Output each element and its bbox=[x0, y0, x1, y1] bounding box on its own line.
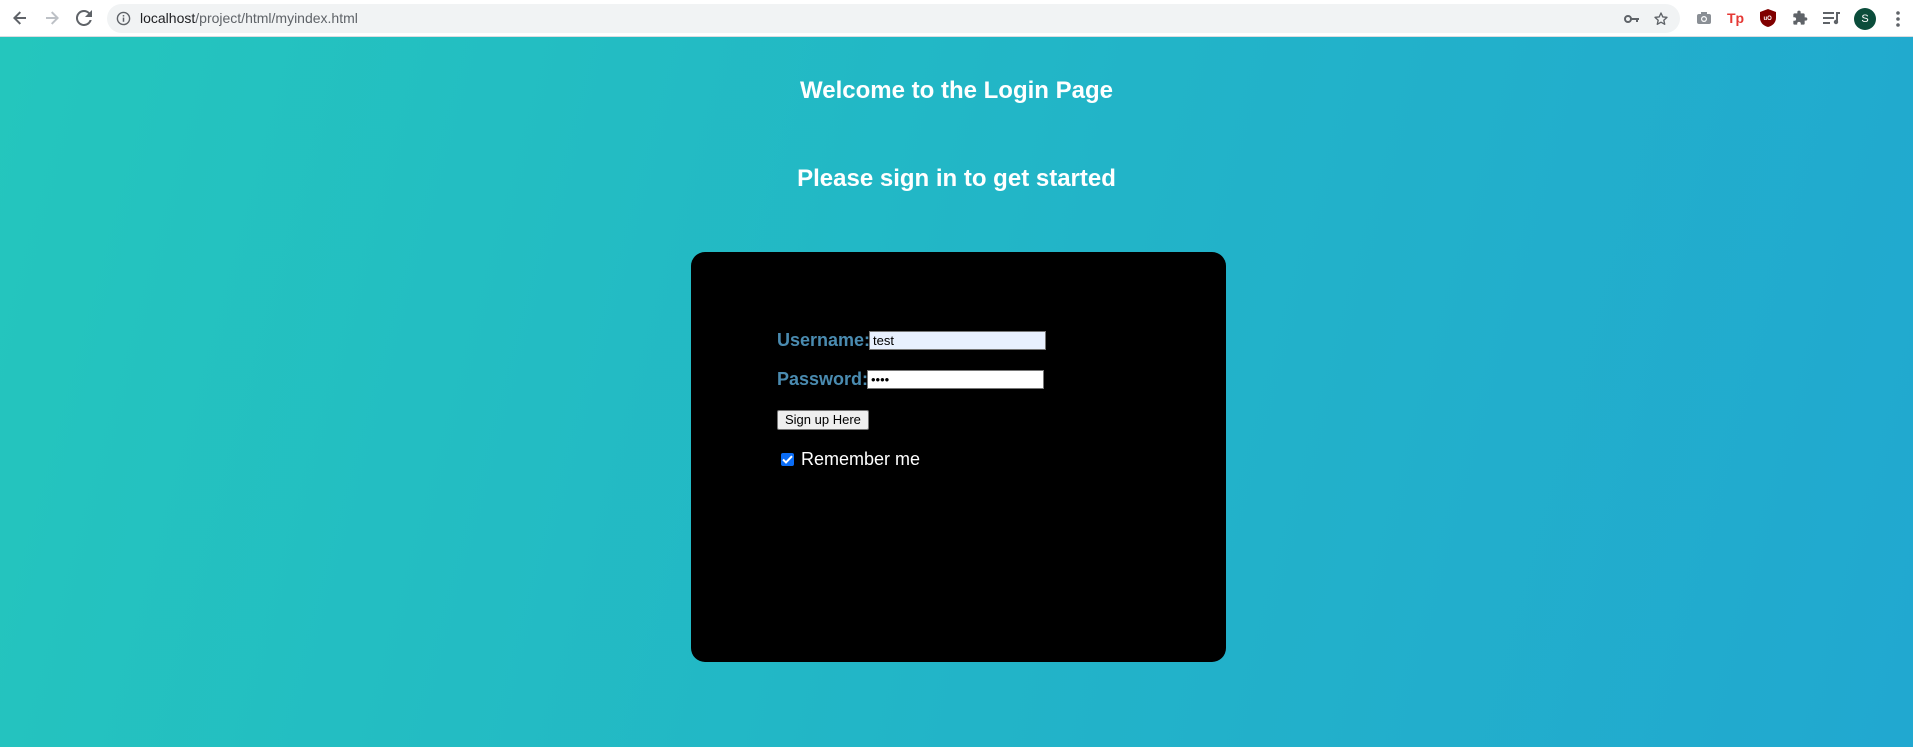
reload-icon[interactable] bbox=[72, 6, 96, 30]
signup-button[interactable]: Sign up Here bbox=[777, 410, 869, 430]
remember-me-checkbox[interactable] bbox=[781, 453, 794, 466]
key-icon[interactable] bbox=[1623, 10, 1641, 28]
url-text: localhost/project/html/myindex.html bbox=[140, 4, 358, 33]
username-label: Username: bbox=[777, 330, 871, 350]
info-icon[interactable] bbox=[116, 11, 131, 26]
menu-dots-icon[interactable] bbox=[1890, 8, 1906, 30]
page-body: Welcome to the Login Page Please sign in… bbox=[0, 37, 1913, 747]
username-input[interactable]: test bbox=[869, 331, 1046, 350]
ublock-icon[interactable]: uO bbox=[1758, 8, 1778, 28]
password-label: Password: bbox=[777, 369, 869, 389]
welcome-heading: Welcome to the Login Page bbox=[800, 77, 1113, 104]
forward-arrow-icon[interactable] bbox=[40, 6, 64, 30]
profile-avatar[interactable]: S bbox=[1854, 8, 1876, 30]
signin-heading: Please sign in to get started bbox=[797, 165, 1116, 192]
url-host: localhost bbox=[140, 10, 196, 26]
tp-icon[interactable]: Tp bbox=[1726, 8, 1746, 28]
password-input[interactable]: •••• bbox=[867, 370, 1044, 389]
remember-me-label[interactable]: Remember me bbox=[801, 449, 920, 470]
svg-text:uO: uO bbox=[1764, 16, 1773, 22]
url-path: /project/html/myindex.html bbox=[195, 10, 358, 26]
login-card: Username: test Password: •••• Sign up He… bbox=[691, 252, 1226, 662]
remember-me-row: Remember me bbox=[781, 449, 920, 470]
address-bar[interactable]: localhost/project/html/myindex.html bbox=[107, 4, 1680, 33]
playlist-icon[interactable] bbox=[1822, 8, 1842, 28]
svg-text:Tp: Tp bbox=[1727, 10, 1744, 26]
camera-icon[interactable] bbox=[1694, 8, 1714, 28]
browser-toolbar: localhost/project/html/myindex.html Tp u… bbox=[0, 0, 1913, 37]
back-arrow-icon[interactable] bbox=[8, 6, 32, 30]
puzzle-icon[interactable] bbox=[1790, 8, 1810, 28]
star-icon[interactable] bbox=[1652, 10, 1670, 28]
